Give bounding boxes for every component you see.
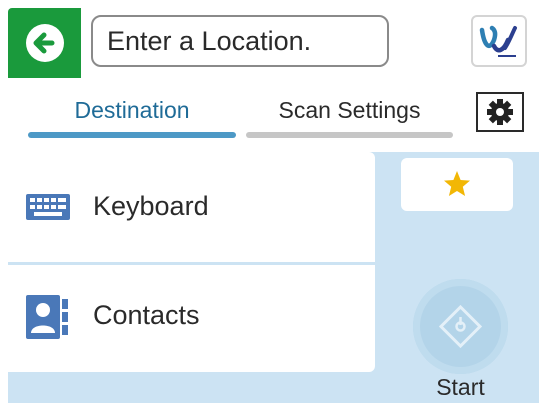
start-button[interactable] (413, 279, 508, 374)
list-item-keyboard[interactable]: Keyboard (8, 152, 375, 260)
destination-list: Keyboard Contacts (8, 152, 375, 372)
settings-button[interactable] (476, 92, 524, 132)
tab-destination-indicator (28, 132, 236, 138)
back-button[interactable] (8, 8, 81, 78)
keyboard-icon (26, 194, 70, 220)
epson-connect-button[interactable] (471, 15, 527, 67)
tab-scan-settings-label: Scan Settings (278, 97, 421, 123)
start-diamond-icon (439, 305, 482, 348)
tab-scan-settings[interactable]: Scan Settings (246, 86, 453, 144)
list-item-contacts[interactable]: Contacts (8, 265, 375, 373)
gear-icon (487, 99, 513, 125)
epson-connect-logo-icon (479, 25, 517, 57)
location-input[interactable] (91, 15, 389, 67)
contacts-icon (26, 295, 68, 339)
favorite-button[interactable] (401, 158, 513, 211)
keyboard-label: Keyboard (93, 191, 209, 221)
star-icon (444, 171, 470, 196)
tab-scan-settings-indicator (246, 132, 453, 138)
contacts-label: Contacts (93, 300, 200, 330)
start-label: Start (436, 374, 485, 400)
tab-destination[interactable]: Destination (28, 86, 236, 144)
arrow-left-icon (26, 24, 64, 62)
tab-destination-label: Destination (74, 97, 190, 123)
